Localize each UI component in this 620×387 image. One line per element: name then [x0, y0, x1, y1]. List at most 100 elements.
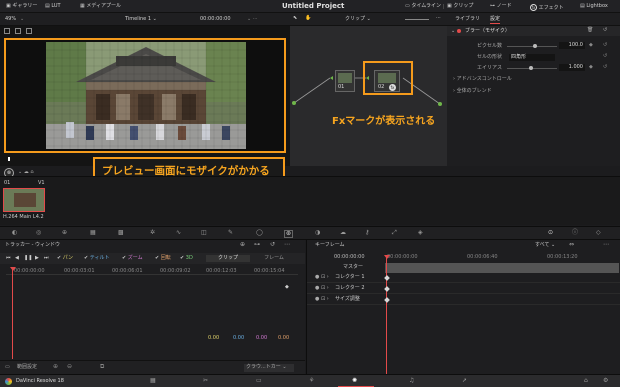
row3-visibility-icon[interactable]: ● ⊡ ›: [315, 297, 329, 302]
zoom-level[interactable]: 49%: [5, 17, 16, 22]
hdr-icon[interactable]: ▦: [90, 230, 96, 236]
gallery-button[interactable]: ▣ ギャラリー: [6, 4, 37, 9]
row2-visibility-icon[interactable]: ● ⊡ ›: [315, 286, 329, 291]
color-page-tab[interactable]: ✺: [338, 375, 374, 387]
add-point-icon[interactable]: ⊕: [53, 364, 58, 370]
color-wheels-icon[interactable]: ◐: [12, 230, 17, 236]
curves-tool-icon[interactable]: ∿: [176, 230, 181, 236]
edit-page-icon[interactable]: ▭: [256, 378, 262, 384]
zoom-dropdown-icon[interactable]: ⌄: [20, 17, 24, 22]
master-track-bar[interactable]: [385, 263, 619, 273]
key-icon[interactable]: ⚷: [365, 230, 369, 236]
3d-icon[interactable]: ◈: [418, 230, 423, 236]
keyframe-diamond-icon[interactable]: ◆: [589, 43, 593, 48]
reset-effect-icon[interactable]: ↺: [603, 28, 607, 33]
node-zoom-slider[interactable]: [405, 19, 429, 20]
tracker-menu-icon[interactable]: ⋯: [284, 242, 290, 248]
tracker-reset-icon[interactable]: ↺: [270, 242, 275, 248]
aspect-keyframe-icon[interactable]: ◆: [589, 65, 593, 70]
sizing-icon[interactable]: ⤢: [392, 230, 397, 236]
nodes-button[interactable]: ⊶ ノード: [490, 4, 512, 9]
node-02[interactable]: 02 fx: [374, 70, 400, 92]
blur-icon[interactable]: ☁: [340, 230, 346, 236]
clip-mode-selector[interactable]: クリップ ⌄: [345, 17, 371, 22]
window-icon[interactable]: ◯: [256, 230, 263, 236]
stop-icon[interactable]: ❚❚: [24, 256, 32, 261]
frame-mode-button[interactable]: フレーム: [252, 255, 296, 262]
node-01[interactable]: 01: [335, 70, 355, 92]
curves-icon[interactable]: ◎: [36, 230, 41, 236]
media-page-icon[interactable]: ▦: [150, 378, 156, 384]
info-icon[interactable]: ⓘ: [572, 230, 578, 236]
settings-gear-icon[interactable]: ⚙: [603, 378, 608, 384]
keyframe-menu-icon[interactable]: ⋯: [603, 242, 609, 248]
settings-tab[interactable]: 設定: [490, 17, 501, 24]
timeline-button[interactable]: ▭ タイムライン: [405, 4, 441, 9]
tracker-target-icon[interactable]: ⊕: [240, 242, 245, 248]
opt-3d-toggle[interactable]: ✔ 3D: [180, 256, 193, 261]
opt-rotate-toggle[interactable]: ✔ 回転: [155, 256, 171, 261]
global-blend-toggle[interactable]: › 全体のブレンド: [453, 89, 492, 94]
motion-effects-icon[interactable]: ✲: [150, 230, 155, 236]
highlight-icon[interactable]: [26, 28, 32, 34]
reset-param-icon[interactable]: ↺: [603, 43, 607, 48]
bypass-icon[interactable]: ⌄ ☁ ⌂: [18, 170, 34, 175]
viewer-scrubber[interactable]: [8, 157, 10, 161]
magic-mask-icon[interactable]: ◑: [315, 230, 320, 236]
scopes-icon[interactable]: ⊙: [548, 230, 553, 236]
pixel-freq-slider[interactable]: [507, 46, 557, 47]
color-warper-icon[interactable]: ◫: [201, 230, 207, 236]
opt-zoom-toggle[interactable]: ✔ ズーム: [122, 256, 143, 261]
rgb-mixer-icon[interactable]: ▩: [118, 230, 124, 236]
fusion-page-icon[interactable]: ⚘: [309, 378, 314, 384]
tracker-playhead-handle[interactable]: [10, 267, 16, 271]
keyframe-zoom-icon[interactable]: ⇔: [569, 242, 574, 248]
primaries-icon[interactable]: ⊕: [62, 230, 67, 236]
lut-button[interactable]: ▤ LUT: [45, 4, 61, 9]
copy-track-icon[interactable]: ⧉: [100, 364, 104, 370]
viewer-options-icon[interactable]: ⌄ ⋯: [247, 17, 258, 22]
qualifier-icon[interactable]: ✎: [228, 230, 233, 236]
clips-button[interactable]: ▣ クリップ: [443, 4, 473, 9]
deliver-page-icon[interactable]: ➚: [462, 378, 467, 384]
grid-icon[interactable]: [4, 28, 10, 34]
aspect-slider-knob[interactable]: [529, 66, 533, 70]
keyframe-playhead-handle[interactable]: [384, 255, 390, 259]
effect-enabled-icon[interactable]: [457, 29, 461, 33]
delete-effect-icon[interactable]: 🗑: [587, 28, 593, 33]
library-tab[interactable]: ライブラリ: [455, 17, 480, 22]
row1-visibility-icon[interactable]: ● ⊡ ›: [315, 275, 329, 280]
step-backward-icon[interactable]: ◀: [15, 256, 19, 261]
timeline-selector[interactable]: Timeline 1 ⌄: [125, 17, 157, 22]
node-menu-icon[interactable]: ⋯: [436, 16, 441, 21]
track-forward-icon[interactable]: ⏭: [44, 256, 49, 261]
tracker-tools-icon[interactable]: ⊶: [254, 242, 260, 248]
fairlight-page-icon[interactable]: ♫: [409, 378, 414, 384]
pointer-tool-icon[interactable]: ⬉: [293, 16, 297, 21]
collapse-icon[interactable]: ⌄: [451, 29, 455, 34]
step-forward-icon[interactable]: ▶: [35, 256, 39, 261]
hand-tool-icon[interactable]: ✋: [305, 16, 311, 21]
advanced-controls-toggle[interactable]: › アドバンスコントロール: [453, 77, 512, 82]
remove-point-icon[interactable]: ⊖: [67, 364, 72, 370]
cut-page-icon[interactable]: ✂: [203, 378, 208, 384]
reset-cell-icon[interactable]: ↺: [603, 54, 607, 59]
tracker-icon[interactable]: ⊛: [284, 230, 294, 238]
tracker-mode-select[interactable]: クラウ...トカー ⌄: [244, 364, 294, 372]
home-icon[interactable]: ⌂: [584, 378, 588, 384]
range-icon[interactable]: ▭: [5, 365, 10, 370]
keyframes-icon[interactable]: ◇: [596, 230, 601, 236]
tracker-playhead[interactable]: [12, 269, 13, 359]
lightbox-button[interactable]: ▤ Lightbox: [580, 4, 608, 9]
reset-aspect-icon[interactable]: ↺: [603, 65, 607, 70]
pixel-freq-slider-knob[interactable]: [533, 44, 537, 48]
clip-mode-button[interactable]: クリップ: [206, 255, 250, 262]
media-pool-button[interactable]: ▦ メディアプール: [80, 4, 121, 9]
pixel-freq-value[interactable]: 100.0: [559, 42, 585, 49]
keyframe-filter[interactable]: すべて ⌄: [535, 243, 555, 248]
opt-tilt-toggle[interactable]: ✔ ティルト: [84, 256, 109, 261]
cell-shape-select[interactable]: 四角形: [509, 54, 555, 61]
opt-pan-toggle[interactable]: ✔ パン: [57, 256, 73, 261]
clip-thumbnail[interactable]: [3, 188, 45, 212]
track-backward-icon[interactable]: ⏮: [6, 256, 11, 261]
